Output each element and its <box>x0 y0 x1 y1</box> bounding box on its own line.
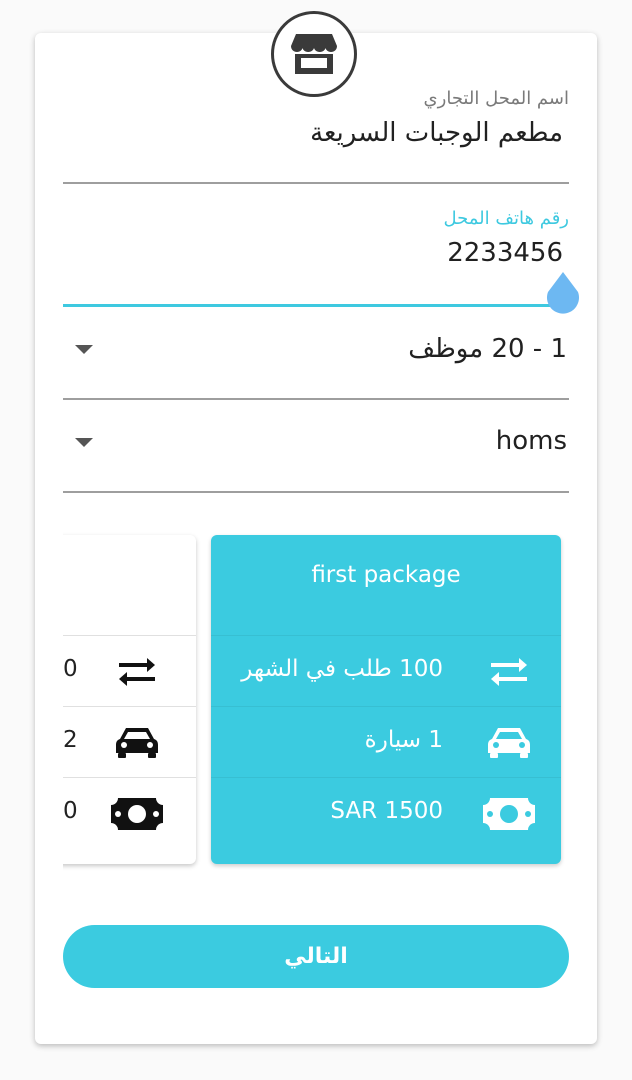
text-cursor-handle[interactable] <box>544 272 582 318</box>
shop-name-input[interactable]: مطعم الوجبات السريعة <box>310 118 563 148</box>
package-price-row: SAR 1500 <box>211 777 561 849</box>
city-select-value: homs <box>495 426 567 456</box>
shop-phone-underline <box>63 304 569 307</box>
package-requests-value: 100 طلب في الشهر <box>241 656 443 682</box>
store-icon <box>271 11 357 97</box>
package-price-value: SAR 1500 <box>330 798 443 824</box>
employees-select-underline <box>63 398 569 400</box>
city-select[interactable]: homs <box>63 424 569 496</box>
package-card-secondary[interactable]: 0 2 0 <box>63 535 196 864</box>
package-card-first[interactable]: first package 100 طلب في الشهر 1 سيارة S… <box>211 535 561 864</box>
next-button[interactable]: التالي <box>63 925 569 988</box>
swap-arrows-icon <box>491 658 527 686</box>
banknote-icon <box>483 798 535 830</box>
shop-name-label: اسم المحل التجاري <box>423 88 569 109</box>
package-price-row: 0 <box>63 777 196 849</box>
package-requests-row: 0 <box>63 635 196 707</box>
shop-phone-field[interactable]: رقم هاتف المحل 2233456 <box>63 208 569 312</box>
car-icon <box>116 728 158 758</box>
shop-phone-label: رقم هاتف المحل <box>443 208 569 229</box>
dropdown-arrow-icon <box>75 438 93 447</box>
package-requests-row: 100 طلب في الشهر <box>211 635 561 707</box>
employees-select-value: 1 - 20 موظف <box>408 334 567 364</box>
packages-carousel[interactable]: 0 2 0 first package 100 طلب في الشهر 1 س… <box>63 530 569 875</box>
package-cars-row: 1 سيارة <box>211 706 561 778</box>
dropdown-arrow-icon <box>75 345 93 354</box>
package-requests-value: 0 <box>63 656 78 682</box>
shop-name-underline <box>63 182 569 184</box>
package-cars-value: 1 سيارة <box>364 727 443 753</box>
swap-arrows-icon <box>119 658 155 686</box>
package-title: first package <box>311 562 461 588</box>
package-price-value: 0 <box>63 798 78 824</box>
shop-phone-input[interactable]: 2233456 <box>447 238 563 268</box>
city-select-underline <box>63 491 569 493</box>
employees-select[interactable]: 1 - 20 موظف <box>63 330 569 402</box>
car-icon <box>488 728 530 758</box>
shop-name-field[interactable]: اسم المحل التجاري مطعم الوجبات السريعة <box>63 88 569 188</box>
banknote-icon <box>111 798 163 830</box>
package-cars-value: 2 <box>63 727 78 753</box>
package-cars-row: 2 <box>63 706 196 778</box>
